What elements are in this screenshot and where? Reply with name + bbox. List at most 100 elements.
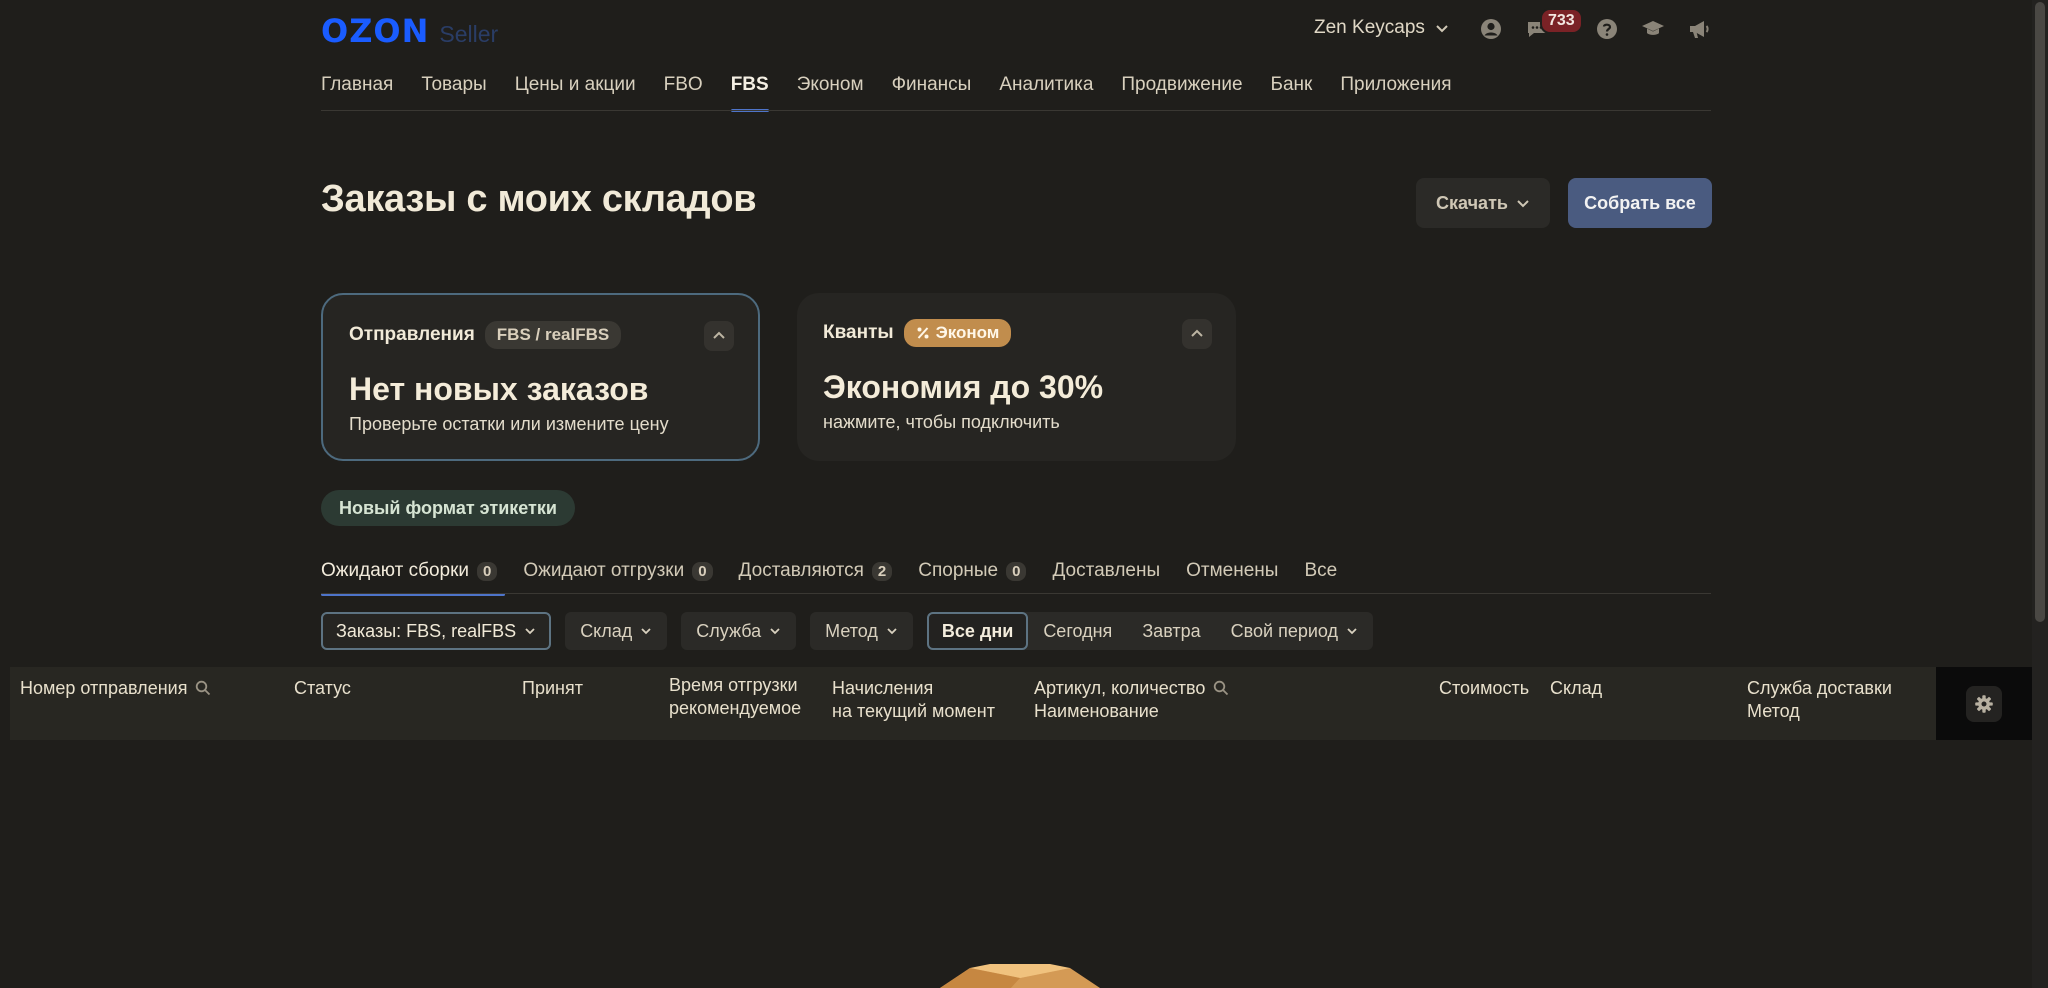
- warehouse-filter[interactable]: Склад: [565, 612, 668, 650]
- notifications-badge: 733: [1540, 8, 1583, 34]
- column-sublabel: рекомендуемое: [669, 698, 802, 718]
- column-delivery: Служба доставки Метод: [1747, 677, 1892, 723]
- tab-all[interactable]: Все: [1304, 556, 1337, 592]
- nav-divider: [321, 110, 1711, 111]
- account-name: Zen Keycaps: [1314, 17, 1425, 38]
- table-header: Номер отправления Статус Принят Время от…: [10, 667, 1936, 740]
- quanta-card[interactable]: Кванты Эконом Экономия до 30% нажмите, ч…: [797, 293, 1236, 461]
- column-shipment-number[interactable]: Номер отправления: [20, 677, 211, 700]
- column-sublabel: Метод: [1747, 701, 1800, 721]
- logo-ozon-text: OZON: [321, 12, 430, 50]
- percent-icon: [917, 327, 929, 339]
- tab-awaiting-assembly[interactable]: Ожидают сборки 0: [321, 556, 506, 596]
- nav-item-promotion[interactable]: Продвижение: [1121, 62, 1242, 112]
- nav-item-econom[interactable]: Эконом: [797, 62, 864, 112]
- logo-seller-text: Seller: [439, 21, 499, 47]
- column-sublabel: на текущий момент: [832, 701, 995, 721]
- chevron-down-icon: [770, 628, 780, 635]
- chevron-down-icon: [641, 628, 651, 635]
- new-label-format-button[interactable]: Новый формат этикетки: [321, 490, 575, 526]
- shipments-card-title: Нет новых заказов: [349, 371, 649, 407]
- tab-label: Доставляются: [738, 560, 864, 581]
- nav-item-prices[interactable]: Цены и акции: [515, 62, 636, 112]
- period-tomorrow[interactable]: Завтра: [1127, 612, 1215, 650]
- period-today[interactable]: Сегодня: [1028, 612, 1127, 650]
- orders-type-filter[interactable]: Заказы: FBS, realFBS: [321, 612, 552, 650]
- nav-item-finance[interactable]: Финансы: [892, 62, 972, 112]
- tab-label: Все: [1304, 560, 1338, 581]
- econom-chip: Эконом: [903, 319, 1012, 347]
- page-scrollbar-thumb[interactable]: [2035, 2, 2045, 622]
- column-article[interactable]: Артикул, количество Наименование: [1034, 677, 1229, 723]
- quanta-card-title: Экономия до 30%: [823, 369, 1104, 405]
- nav-item-home[interactable]: Главная: [321, 62, 393, 112]
- help-icon[interactable]: [1594, 16, 1620, 42]
- page-title: Заказы с моих складов: [321, 178, 757, 220]
- table-settings-button[interactable]: [1966, 685, 2002, 722]
- period-custom[interactable]: Свой период: [1216, 612, 1373, 650]
- column-label: Номер отправления: [20, 678, 188, 698]
- tab-awaiting-shipment[interactable]: Ожидают отгрузки 0: [523, 556, 713, 592]
- column-cost: Стоимость: [1439, 678, 1530, 698]
- column-accepted: Принят: [522, 678, 583, 698]
- period-custom-label: Свой период: [1230, 620, 1339, 641]
- service-filter[interactable]: Служба: [681, 612, 797, 650]
- education-icon[interactable]: [1640, 16, 1666, 42]
- shipments-card[interactable]: Отправления FBS / realFBS Нет новых зака…: [321, 293, 760, 461]
- profile-icon[interactable]: [1478, 16, 1504, 42]
- column-sublabel: Наименование: [1034, 701, 1159, 721]
- download-button[interactable]: Скачать: [1416, 178, 1550, 228]
- service-filter-label: Служба: [696, 620, 762, 641]
- tab-disputed[interactable]: Спорные 0: [918, 556, 1027, 592]
- megaphone-icon[interactable]: [1686, 16, 1712, 42]
- filters-bar: Заказы: FBS, realFBS Склад Служба Метод …: [321, 612, 1374, 650]
- tab-label: Отменены: [1186, 560, 1279, 581]
- warehouse-filter-label: Склад: [580, 620, 633, 641]
- tab-count: 0: [1006, 561, 1027, 581]
- chevron-up-icon: [1191, 329, 1203, 337]
- nav-item-products[interactable]: Товары: [421, 62, 486, 112]
- column-label: Артикул, количество: [1034, 678, 1206, 698]
- gear-icon: [1975, 694, 1993, 713]
- nav-item-fbs[interactable]: FBS: [730, 62, 769, 112]
- tab-delivered[interactable]: Доставлены: [1052, 556, 1160, 592]
- tabs-divider: [321, 593, 1711, 594]
- column-accruals: Начисления на текущий момент: [832, 677, 995, 723]
- orders-type-filter-label: Заказы: FBS, realFBS: [336, 620, 517, 641]
- tab-count: 0: [477, 561, 498, 581]
- ozon-seller-logo[interactable]: OZON Seller: [321, 12, 498, 50]
- nav-item-fbo[interactable]: FBO: [664, 62, 703, 112]
- download-button-label: Скачать: [1436, 192, 1508, 213]
- nav-item-bank[interactable]: Банк: [1271, 62, 1313, 112]
- tab-count: 2: [871, 561, 893, 581]
- tab-delivering[interactable]: Доставляются 2: [739, 556, 893, 592]
- account-switcher[interactable]: Zen Keycaps: [1314, 17, 1449, 39]
- period-selector: Все дни Сегодня Завтра Свой период: [926, 612, 1374, 650]
- quanta-card-label: Кванты: [823, 322, 894, 343]
- quanta-card-subtitle: нажмите, чтобы подключить: [823, 412, 1060, 432]
- column-status: Статус: [294, 678, 351, 698]
- nav-item-apps[interactable]: Приложения: [1340, 62, 1451, 112]
- chevron-up-icon: [713, 331, 725, 339]
- fbs-chip: FBS / realFBS: [484, 321, 622, 349]
- column-warehouse: Склад: [1550, 678, 1603, 698]
- collapse-button[interactable]: [1182, 319, 1212, 349]
- collapse-button[interactable]: [704, 321, 734, 351]
- tab-count: 0: [692, 561, 713, 581]
- column-label: Служба доставки: [1747, 678, 1892, 698]
- tab-cancelled[interactable]: Отменены: [1186, 556, 1278, 592]
- econom-chip-label: Эконом: [935, 323, 1000, 342]
- column-ship-time: Время отгрузки рекомендуемое: [669, 674, 801, 720]
- empty-box-illustration: [930, 960, 1110, 988]
- column-label: Время отгрузки: [669, 675, 798, 695]
- collect-all-button[interactable]: Собрать все: [1568, 178, 1712, 228]
- nav-item-analytics[interactable]: Аналитика: [999, 62, 1093, 112]
- chevron-down-icon: [1436, 25, 1448, 33]
- search-icon[interactable]: [195, 680, 211, 696]
- tab-label: Ожидают отгрузки: [523, 560, 685, 581]
- chevron-down-icon: [1347, 628, 1357, 635]
- period-all-days[interactable]: Все дни: [926, 612, 1029, 650]
- search-icon[interactable]: [1213, 680, 1229, 696]
- method-filter[interactable]: Метод: [810, 612, 913, 650]
- method-filter-label: Метод: [825, 620, 878, 641]
